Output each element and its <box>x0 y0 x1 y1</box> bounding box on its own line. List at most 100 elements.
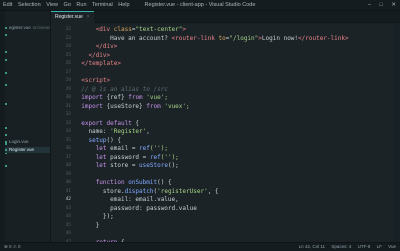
sidebar-item[interactable] <box>5 125 50 131</box>
menu-edit[interactable]: Edit <box>3 2 12 8</box>
code-token: (); <box>167 162 179 169</box>
code-token: Login now! <box>261 34 299 42</box>
minimize-button[interactable]: – <box>368 2 371 8</box>
code-token: import <box>81 102 103 110</box>
code-token: let <box>95 153 107 161</box>
code-token: , { <box>207 187 219 195</box>
file-icon <box>5 71 7 74</box>
cursor-position[interactable]: Ln 42, Col 11 <box>299 244 325 249</box>
code-token: </div> <box>88 51 111 59</box>
code-token: </template> <box>81 60 121 67</box>
code-token: () { <box>157 179 172 186</box>
file-icon <box>5 164 7 167</box>
code-editor[interactable]: 22 23 24 25 26 27 28 29 30 31 32 33 34 35 36 37 38 39 40 41… <box>51 23 400 242</box>
code-token: from <box>128 94 143 101</box>
tab-register-vue[interactable]: Register.vue × <box>51 11 94 23</box>
close-tab-icon[interactable]: × <box>87 14 90 20</box>
code-token: export default <box>81 119 132 127</box>
code-token: password = <box>106 153 150 161</box>
code-token: {useStore} <box>102 102 147 110</box>
sidebar-item[interactable] <box>5 163 50 169</box>
menu-view[interactable]: View <box>46 2 58 8</box>
indentation[interactable]: Spaces: 4 <box>331 244 351 249</box>
menu-help[interactable]: Help <box>118 2 129 8</box>
file-icon <box>5 83 7 86</box>
explorer-sidebar: egister.vue src\views Login.vue Register.vu… <box>5 11 51 242</box>
title-bar: Register.vue - client-app - Visual Studi… <box>0 0 400 11</box>
code-token: onSubmit <box>128 179 158 186</box>
sidebar-item[interactable] <box>5 101 50 107</box>
code-token: } <box>74 221 100 229</box>
code-token: store. <box>74 187 125 195</box>
menu-run[interactable]: Run <box>76 2 86 8</box>
minimap[interactable] <box>394 23 400 242</box>
code-token: 'registerUser' <box>157 187 208 195</box>
code-token: </div> <box>95 43 118 50</box>
code-token: let <box>95 145 107 152</box>
code-token: ref <box>139 145 150 152</box>
file-icon <box>5 148 7 151</box>
code-area[interactable]: <div class="text-center"> Have an accoun… <box>74 23 394 242</box>
code-token: // @ is an alias to /src <box>74 85 168 93</box>
code-token: import <box>81 94 103 101</box>
code-token: (''); <box>149 145 168 152</box>
sidebar-item[interactable] <box>5 70 50 76</box>
line-number-gutter: 22 23 24 25 26 27 28 29 30 31 32 33 34 35 36 37 38 39 40 41… <box>51 23 71 242</box>
menu-terminal[interactable]: Terminal <box>92 2 113 8</box>
code-token: dispatch <box>124 187 154 195</box>
sidebar-item[interactable]: egister.vue src\views <box>5 25 50 31</box>
code-token: 'vuex'; <box>160 102 190 110</box>
code-token: "/login" <box>229 34 259 42</box>
sidebar-item[interactable] <box>5 82 50 88</box>
code-token: <router-link <box>171 34 219 42</box>
sidebar-item[interactable]: Register.vue <box>5 147 50 153</box>
code-token: let <box>95 162 107 169</box>
code-token: <script> <box>81 77 111 84</box>
code-token: class <box>113 26 132 33</box>
code-token: () { <box>106 136 121 144</box>
sidebar-item[interactable] <box>5 57 50 63</box>
tab-other[interactable] <box>113 11 161 22</box>
encoding[interactable]: UTF-8 <box>358 244 371 249</box>
code-token: to <box>218 34 226 42</box>
code-token: </router-link> <box>298 34 349 42</box>
code-line[interactable]: } <box>74 221 100 230</box>
sidebar-item-label: Login.vue <box>9 139 29 144</box>
code-token: password: password.value <box>74 204 197 212</box>
code-token: { <box>131 119 140 127</box>
menu-selection[interactable]: Selection <box>18 2 41 8</box>
code-token: ref <box>149 153 161 161</box>
maximize-button[interactable]: □ <box>380 2 383 8</box>
file-icon <box>5 140 7 143</box>
language-mode[interactable]: Vue <box>388 244 396 249</box>
sidebar-item-label: egister.vue <box>9 25 31 30</box>
line-ending[interactable]: LF <box>377 244 382 249</box>
file-icon <box>5 133 7 136</box>
file-icon <box>5 33 7 36</box>
menu-go[interactable]: Go <box>64 2 71 8</box>
code-token: Have an account? <box>74 34 172 42</box>
code-token: 'vue'; <box>142 94 168 101</box>
code-token: setup <box>88 136 107 144</box>
sidebar-item[interactable] <box>5 32 50 38</box>
sidebar-item[interactable]: Login.vue <box>5 139 50 145</box>
close-window-button[interactable]: ✕ <box>391 2 396 8</box>
code-token: email: email.value, <box>74 196 179 203</box>
window-controls: – □ ✕ <box>361 0 396 10</box>
tab-bar: Register.vue × <box>51 11 400 23</box>
sidebar-item[interactable] <box>5 49 50 55</box>
code-line[interactable]: import {useStore} from 'vuex'; <box>74 102 190 111</box>
code-line[interactable]: </template> <box>74 59 121 68</box>
code-line[interactable]: let store = useStore(); <box>74 161 179 170</box>
code-token: useStore <box>139 162 168 169</box>
code-token: email = <box>106 145 140 152</box>
code-token: > <box>182 26 187 33</box>
sidebar-item[interactable] <box>5 132 50 138</box>
code-token: , <box>146 128 150 135</box>
